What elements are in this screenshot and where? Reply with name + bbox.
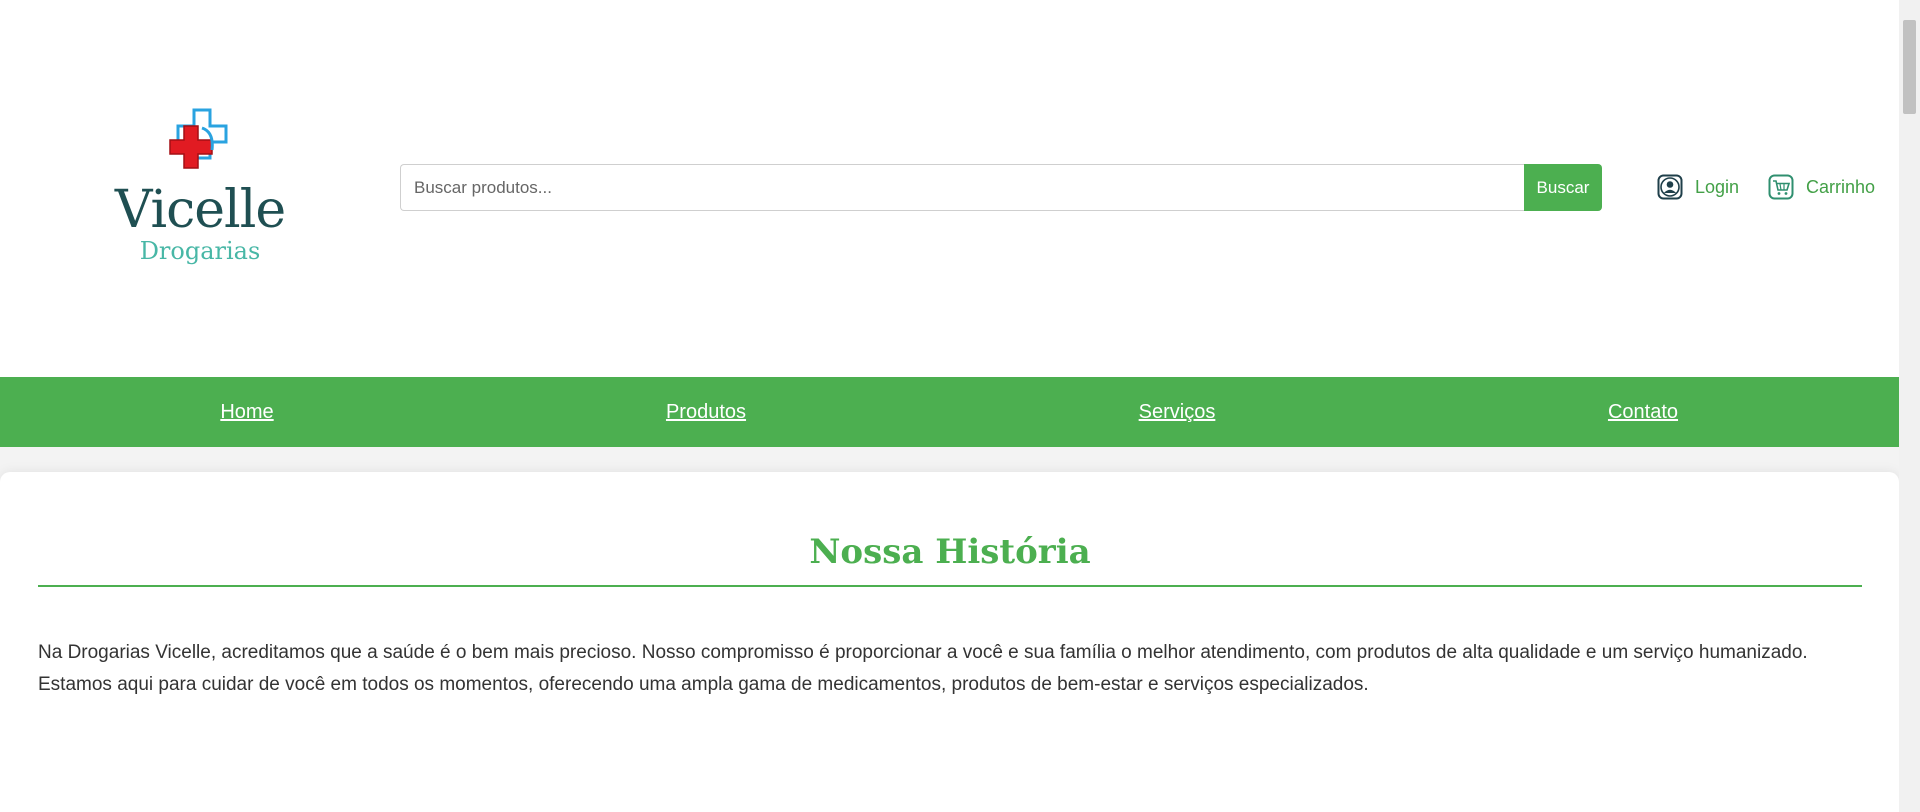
login-link[interactable]: Login — [1657, 172, 1739, 202]
nav-item-home[interactable]: Home — [220, 377, 273, 447]
cart-label: Carrinho — [1806, 176, 1876, 197]
nav-item-servicos[interactable]: Serviços — [1139, 377, 1216, 447]
brand-logo[interactable]: Vicelle Drogarias — [108, 100, 298, 270]
search-input[interactable] — [400, 164, 1524, 211]
nav-item-contato[interactable]: Contato — [1608, 377, 1678, 447]
title-divider — [38, 585, 1862, 587]
brand-subtitle: Drogarias — [139, 237, 261, 265]
page: Vicelle Drogarias Buscar Login — [0, 0, 1899, 812]
scrollbar-thumb[interactable] — [1903, 20, 1916, 114]
brand-name: Vicelle — [114, 180, 286, 240]
search-button[interactable]: Buscar — [1524, 164, 1602, 211]
medical-cross-icon — [169, 108, 228, 169]
login-label: Login — [1695, 176, 1740, 197]
nav-item-produtos[interactable]: Produtos — [666, 377, 746, 447]
main-nav: Home Produtos Serviços Contato — [0, 377, 1899, 447]
site-header: Vicelle Drogarias Buscar Login — [0, 0, 1899, 377]
cart-link[interactable]: Carrinho — [1768, 172, 1875, 202]
vertical-scrollbar[interactable] — [1899, 0, 1920, 812]
history-section: Nossa História Na Drogarias Vicelle, acr… — [0, 472, 1899, 812]
user-icon — [1657, 174, 1683, 200]
section-paragraph: Na Drogarias Vicelle, acreditamos que a … — [38, 642, 1808, 695]
search-form: Buscar — [400, 164, 1602, 211]
cart-icon — [1768, 174, 1794, 200]
section-title: Nossa História — [809, 532, 1091, 572]
